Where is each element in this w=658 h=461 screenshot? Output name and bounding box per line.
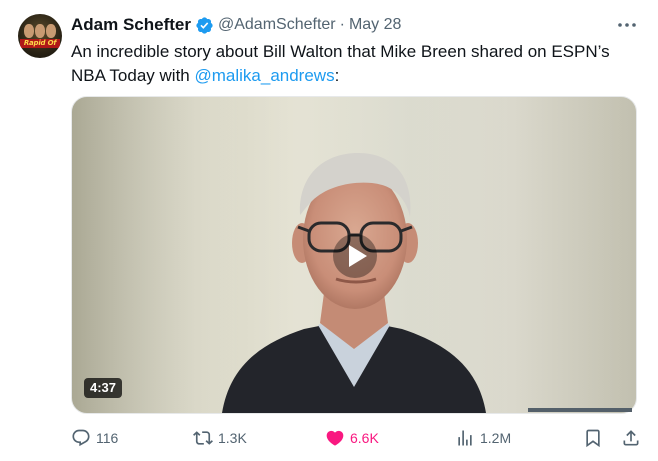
author-name[interactable]: Adam Schefter (71, 15, 191, 35)
verified-badge-icon[interactable] (195, 16, 214, 35)
mention-link[interactable]: @malika_andrews (194, 66, 334, 85)
separator-dot: · (339, 16, 345, 33)
tweet[interactable]: Rapid Of Adam Schefter @AdamSchefter · M… (0, 0, 658, 461)
tweet-text: An incredible story about Bill Walton th… (71, 40, 641, 88)
avatar[interactable]: Rapid Of (18, 14, 62, 58)
views-count: 1.2M (480, 430, 512, 446)
retweet-button[interactable]: 1.3K (193, 426, 247, 450)
like-button[interactable]: 6.6K (325, 426, 379, 450)
views-chart-icon (458, 430, 472, 446)
more-icon (618, 23, 636, 27)
more-options-button[interactable] (616, 14, 638, 36)
share-button[interactable] (621, 426, 641, 450)
avatar-logo-text: Rapid Of (20, 39, 60, 48)
avatar-face (46, 24, 56, 38)
bookmark-button[interactable] (583, 426, 603, 450)
video-progress-bar (528, 408, 632, 412)
heart-icon (326, 430, 344, 446)
video-duration-badge: 4:37 (84, 378, 123, 398)
reply-count: 116 (96, 430, 119, 446)
play-icon (333, 234, 377, 278)
retweet-count: 1.3K (218, 430, 247, 446)
action-bar: 116 1.3K 6.6K 1.2M (71, 426, 641, 450)
views-button[interactable]: 1.2M (455, 426, 511, 450)
bookmark-icon (586, 429, 600, 448)
tweet-header: Adam Schefter @AdamSchefter · May 28 (71, 14, 401, 36)
share-icon (623, 430, 639, 446)
author-handle[interactable]: @AdamSchefter (218, 16, 336, 34)
tweet-text-end: : (334, 66, 340, 85)
reply-icon (72, 429, 90, 447)
tweet-date[interactable]: May 28 (349, 16, 401, 34)
retweet-icon (193, 431, 213, 445)
avatar-face (35, 24, 45, 38)
play-button[interactable] (332, 233, 378, 279)
tweet-text-body: An incredible story about Bill Walton th… (71, 42, 610, 85)
reply-button[interactable]: 116 (71, 426, 118, 450)
like-count: 6.6K (350, 430, 379, 446)
video-player[interactable] (71, 96, 637, 414)
avatar-face (24, 24, 34, 38)
